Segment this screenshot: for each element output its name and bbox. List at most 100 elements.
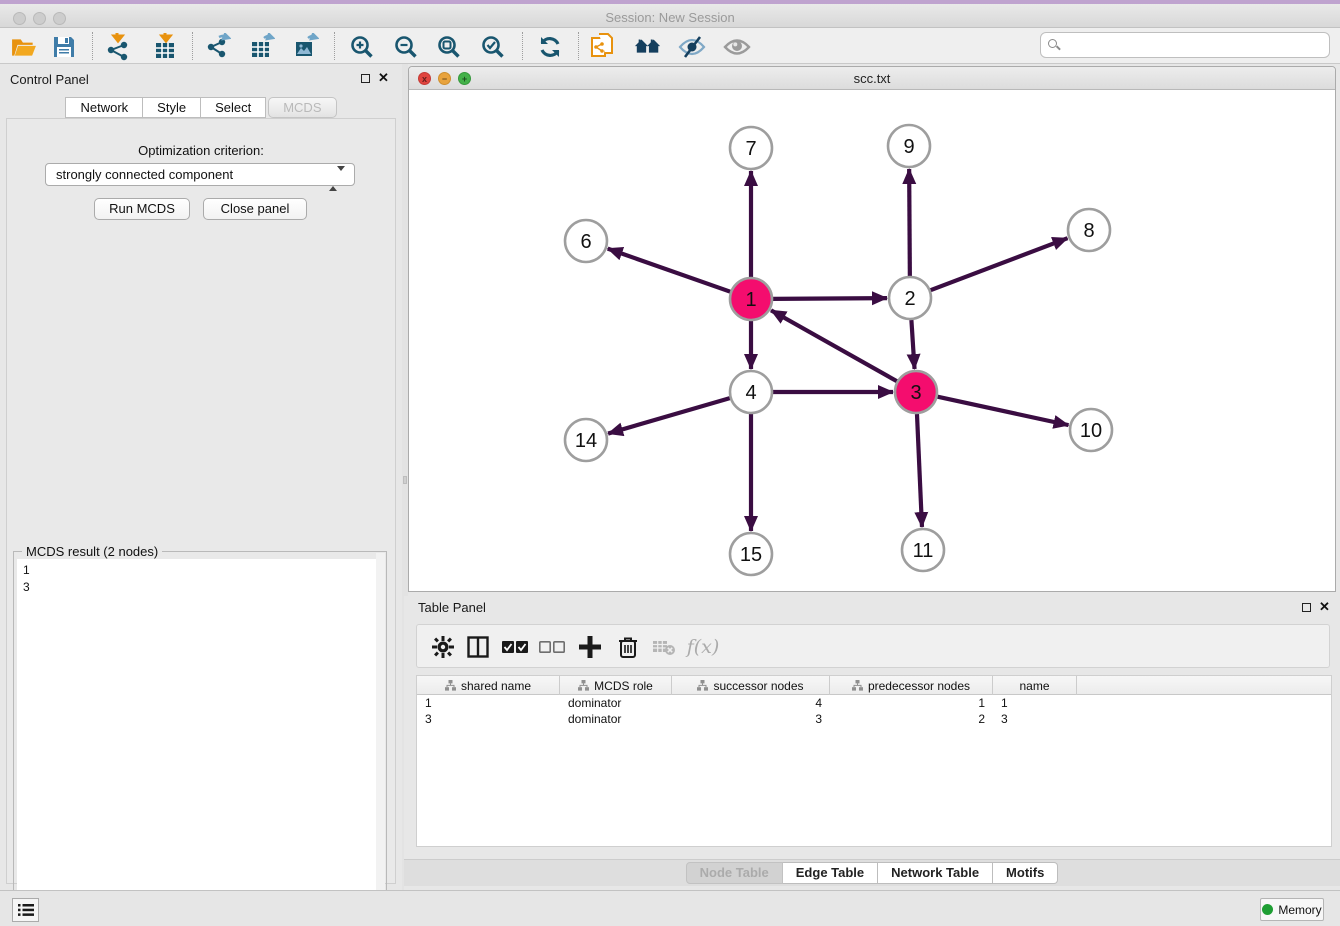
tab-select[interactable]: Select [201,97,266,118]
app-title: Session: New Session [0,10,1340,25]
toolbar-separator [334,32,335,60]
mcds-result-text[interactable]: 1 3 [17,559,383,923]
optimization-criterion-select[interactable]: strongly connected component [45,163,355,186]
duplicate-network-icon[interactable] [590,33,618,61]
divider-grip[interactable] [403,476,407,484]
cell-name: 3 [993,711,1077,727]
app-titlebar: Session: New Session [0,4,1340,28]
export-network-icon[interactable] [204,33,232,61]
toolbar-separator [192,32,193,60]
edge-2-9[interactable] [909,169,910,276]
node-9[interactable]: 9 [888,125,930,167]
node-2[interactable]: 2 [889,277,931,319]
close-table-panel-icon[interactable]: ✕ [1319,599,1330,615]
table-row[interactable]: 3dominator323 [417,711,1331,727]
import-table-icon[interactable] [151,33,179,61]
node-3[interactable]: 3 [895,371,937,413]
node-14[interactable]: 14 [565,419,607,461]
mcds-result-fieldset: MCDS result (2 nodes) 1 3 [13,551,387,926]
cell-successor-nodes: 4 [672,695,830,711]
edge-2-8[interactable] [931,238,1068,290]
eye-icon[interactable] [723,33,751,61]
table-row[interactable]: 1dominator411 [417,695,1331,711]
zoom-selected-icon[interactable] [479,33,507,61]
column-header-predecessor-nodes[interactable]: predecessor nodes [830,676,993,695]
memory-label: Memory [1278,903,1321,917]
svg-text:8: 8 [1083,220,1094,242]
edge-1-6[interactable] [608,249,731,292]
tab-mcds[interactable]: MCDS [268,97,336,118]
edge-3-1[interactable] [771,310,897,381]
delete-column-icon[interactable] [614,633,642,661]
add-column-icon[interactable] [576,633,604,661]
control-panel-title: Control Panel [10,72,89,87]
node-4[interactable]: 4 [730,371,772,413]
float-panel-icon[interactable] [361,74,370,83]
network-graph-canvas[interactable]: 7 9 6 8 1 2 4 3 14 10 15 11 [409,91,1335,591]
run-mcds-button[interactable]: Run MCDS [94,198,190,220]
node-6[interactable]: 6 [565,220,607,262]
save-session-icon[interactable] [50,33,78,61]
deselect-all-icon[interactable] [538,633,566,661]
network-graph[interactable]: 7 9 6 8 1 2 4 3 14 10 15 11 [409,91,1335,591]
node-1[interactable]: 1 [730,278,772,320]
close-panel-button[interactable]: Close panel [203,198,307,220]
hide-eye-icon[interactable] [678,33,706,61]
node-15[interactable]: 15 [730,533,772,575]
edge-2-3[interactable] [911,320,914,369]
import-network-icon[interactable] [104,33,132,61]
toolbar-separator [92,32,93,60]
svg-text:15: 15 [740,544,762,566]
zoom-fit-icon[interactable] [435,33,463,61]
optimization-criterion-value: strongly connected component [56,167,233,182]
toolbar-separator [522,32,523,60]
edge-4-14[interactable] [608,398,730,433]
node-8[interactable]: 8 [1068,209,1110,251]
edge-3-11[interactable] [917,414,922,527]
column-header-successor-nodes[interactable]: successor nodes [672,676,830,695]
tab-edge-table[interactable]: Edge Table [783,862,878,884]
column-header-shared-name[interactable]: shared name [417,676,560,695]
home-views-icon[interactable] [634,33,662,61]
close-panel-icon[interactable]: ✕ [378,70,389,86]
tab-style[interactable]: Style [143,97,201,118]
cell-successor-nodes: 3 [672,711,830,727]
mcds-result-title: MCDS result (2 nodes) [22,544,162,559]
tab-node-table[interactable]: Node Table [686,862,783,884]
edge-3-10[interactable] [937,397,1068,425]
zoom-out-icon[interactable] [392,33,420,61]
node-table: shared nameMCDS rolesuccessor nodesprede… [416,675,1332,847]
open-session-icon[interactable] [10,33,38,61]
node-10[interactable]: 10 [1070,409,1112,451]
cell-shared-name: 3 [417,711,560,727]
edge-1-2[interactable] [773,298,887,299]
svg-text:10: 10 [1080,420,1102,442]
node-7[interactable]: 7 [730,127,772,169]
tab-motifs[interactable]: Motifs [993,862,1058,884]
zoom-in-icon[interactable] [348,33,376,61]
network-view-window: x − + scc.txt 7 9 6 8 1 2 4 3 14 10 15 11 [408,66,1336,592]
float-table-panel-icon[interactable] [1302,603,1311,612]
refresh-icon[interactable] [536,33,564,61]
column-header-name[interactable]: name [993,676,1077,695]
column-header-MCDS-role[interactable]: MCDS role [560,676,672,695]
table-panel: Table Panel ✕ f(x) [404,596,1340,890]
search-input[interactable] [1063,35,1323,55]
select-chevrons-icon [329,168,345,189]
network-window-titlebar[interactable]: x − + scc.txt [409,67,1335,90]
table-tabs: Node TableEdge TableNetwork TableMotifs [404,859,1340,886]
result-scrollbar[interactable] [376,553,385,915]
export-image-icon[interactable] [292,33,320,61]
select-all-icon[interactable] [501,633,529,661]
tab-network[interactable]: Network [65,97,143,118]
table-settings-gear-icon[interactable] [429,633,457,661]
search-box[interactable] [1040,32,1330,58]
export-table-icon[interactable] [248,33,276,61]
node-table-header: shared nameMCDS rolesuccessor nodesprede… [417,676,1331,695]
show-columns-icon[interactable] [464,633,492,661]
node-table-body: 1dominator4113dominator323 [417,695,1331,727]
node-11[interactable]: 11 [902,529,944,571]
tab-network-table[interactable]: Network Table [878,862,993,884]
task-history-button[interactable] [12,898,39,922]
memory-button[interactable]: Memory [1260,898,1324,921]
